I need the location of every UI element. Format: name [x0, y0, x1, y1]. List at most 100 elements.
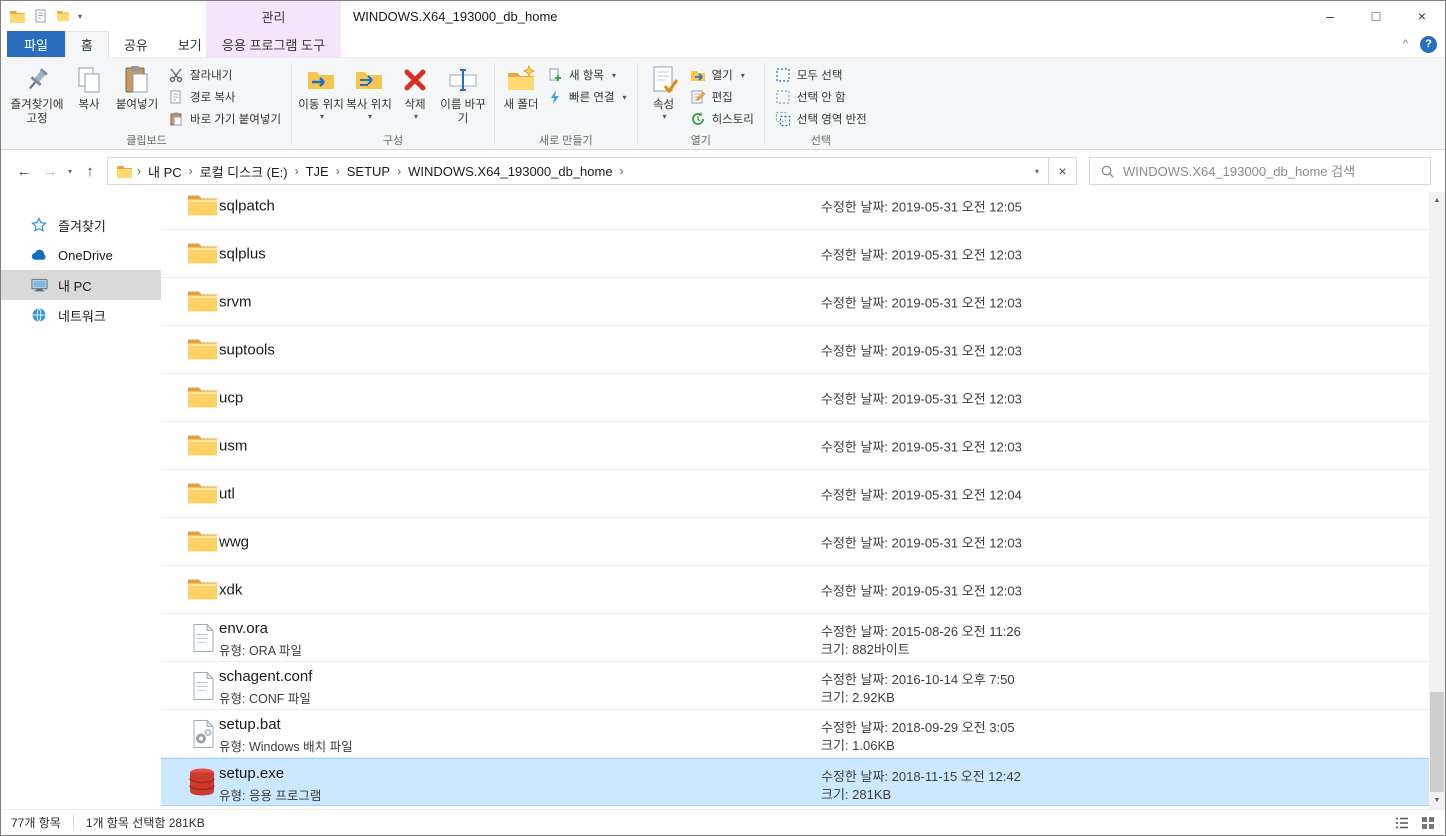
cut-button[interactable]: 잘라내기 [163, 64, 286, 86]
breadcrumb-item-current-folder[interactable]: WINDOWS.X64_193000_db_home [401, 164, 620, 179]
app-folder-icon [9, 9, 26, 24]
copy-label: 복사 [78, 99, 100, 111]
file-row-ucp[interactable]: ucp 수정한 날짜: 2019-05-31 오전 12:03 [161, 374, 1429, 422]
scroll-up-arrow-icon[interactable]: ▲ [1429, 192, 1445, 209]
open-group-label: 열기 [690, 135, 711, 147]
select-none-button[interactable]: 선택 안 함 [770, 86, 872, 108]
invert-selection-button[interactable]: 선택 영역 반전 [770, 108, 872, 130]
search-icon [1100, 164, 1115, 179]
file-row-suptools[interactable]: suptools 수정한 날짜: 2019-05-31 오전 12:03 [161, 326, 1429, 374]
file-size: 크기: 2.92KB [821, 690, 895, 705]
tab-home[interactable]: 홈 [64, 31, 109, 58]
tab-share[interactable]: 공유 [109, 31, 163, 57]
forward-button[interactable]: → [37, 158, 63, 184]
location-folder-icon [116, 164, 133, 179]
scroll-down-arrow-icon[interactable]: ▼ [1429, 792, 1445, 809]
tab-file[interactable]: 파일 [7, 31, 65, 57]
folder-icon [186, 333, 219, 366]
sidebar-item-onedrive[interactable]: OneDrive [1, 240, 161, 270]
minimize-button[interactable]: – [1307, 1, 1353, 31]
file-row-usm[interactable]: usm 수정한 날짜: 2019-05-31 오전 12:03 [161, 422, 1429, 470]
breadcrumb-item-this-pc[interactable]: 내 PC [141, 162, 189, 181]
file-row-xdk[interactable]: xdk 수정한 날짜: 2019-05-31 오전 12:03 [161, 566, 1429, 614]
new-item-label: 새 항목 [569, 70, 604, 82]
file-name: sqlpatch [219, 197, 275, 214]
status-divider [72, 815, 74, 830]
sidebar-item-network[interactable]: 네트워크 [1, 300, 161, 330]
view-toggle-buttons [1389, 810, 1445, 836]
ribbon-tab-bar: 파일 홈 공유 보기 응용 프로그램 도구 ^ ? [1, 31, 1445, 58]
up-button[interactable]: ↑ [77, 158, 103, 184]
file-modified-date: 수정한 날짜: 2016-10-14 오후 7:50 [821, 672, 1015, 687]
search-input[interactable] [1123, 163, 1430, 179]
close-button[interactable]: × [1399, 1, 1445, 31]
move-to-button[interactable]: 이동 위치 ▾ [297, 59, 345, 122]
rename-button[interactable]: 이름 바꾸기 [437, 59, 489, 127]
new-folder-button[interactable]: 새 폴더 [500, 59, 542, 112]
new-folder-label: 새 폴더 [503, 99, 539, 111]
paste-shortcut-button[interactable]: 바로 가기 붙여넣기 [163, 108, 286, 130]
address-history-arrow-icon[interactable]: ▾ [1026, 167, 1048, 176]
edit-icon [690, 89, 706, 105]
sidebar-item-quick-access[interactable]: 즐겨찾기 [1, 210, 161, 240]
recent-locations-arrow-icon[interactable]: ▾ [63, 158, 77, 184]
breadcrumb-item-setup[interactable]: SETUP [340, 164, 397, 179]
quick-access-toolbar: ▾ [9, 1, 82, 31]
open-button[interactable]: 열기 ▾ [685, 64, 759, 86]
copy-to-button[interactable]: 복사 위치 ▾ [345, 59, 393, 122]
search-box[interactable] [1089, 157, 1431, 185]
file-name: setup.exe [219, 765, 285, 782]
file-row-setup-bat[interactable]: setup.bat 유형: Windows 배치 파일 수정한 날짜: 2018… [161, 710, 1429, 758]
edit-button[interactable]: 편집 [685, 86, 759, 108]
file-modified-date: 수정한 날짜: 2019-05-31 오전 12:05 [821, 199, 1022, 214]
file-row-env-ora[interactable]: env.ora 유형: ORA 파일 수정한 날짜: 2015-08-26 오전… [161, 614, 1429, 662]
status-bar: 77개 항목 1개 항목 선택함 281KB [1, 809, 1445, 835]
qat-properties-icon[interactable] [34, 9, 48, 23]
sidebar-item-this-pc[interactable]: 내 PC [1, 270, 161, 300]
vertical-scrollbar[interactable]: ▲ ▼ [1429, 192, 1445, 809]
rename-label: 이름 바꾸기 [440, 99, 486, 126]
select-all-icon [775, 67, 791, 83]
easy-access-button[interactable]: 빠른 연결 ▾ [542, 86, 632, 108]
history-icon [690, 111, 706, 127]
sidebar-item-label: 네트워크 [58, 308, 106, 324]
copy-path-button[interactable]: 경로 복사 [163, 86, 286, 108]
file-row-wwg[interactable]: wwg 수정한 날짜: 2019-05-31 오전 12:03 [161, 518, 1429, 566]
file-row-sqlplus[interactable]: sqlplus 수정한 날짜: 2019-05-31 오전 12:03 [161, 230, 1429, 278]
file-row-srvm[interactable]: srvm 수정한 날짜: 2019-05-31 오전 12:03 [161, 278, 1429, 326]
paste-button[interactable]: 붙여넣기 [111, 59, 163, 112]
clipboard-group-label: 클립보드 [126, 135, 167, 147]
folder-icon [186, 429, 219, 462]
file-row-utl[interactable]: utl 수정한 날짜: 2019-05-31 오전 12:04 [161, 470, 1429, 518]
new-item-button[interactable]: 새 항목 ▾ [542, 64, 632, 86]
pin-to-quick-access-button[interactable]: 즐겨찾기에 고정 [7, 59, 67, 127]
back-button[interactable]: ← [11, 158, 37, 184]
scrollbar-thumb[interactable] [1430, 692, 1444, 792]
file-row-setup-exe[interactable]: setup.exe 유형: 응용 프로그램 수정한 날짜: 2018-11-15… [161, 758, 1429, 806]
copy-button[interactable]: 복사 [67, 59, 111, 112]
breadcrumb[interactable]: › 내 PC › 로컬 디스크 (E:) › TJE › SETUP › WIN… [107, 157, 1049, 185]
breadcrumb-item-tje[interactable]: TJE [299, 164, 336, 179]
file-row-sqlpatch[interactable]: sqlpatch 수정한 날짜: 2019-05-31 오전 12:05 [161, 192, 1429, 230]
file-name: usm [219, 437, 248, 454]
file-name: utl [219, 485, 235, 502]
maximize-button[interactable]: □ [1353, 1, 1399, 31]
tab-application-tools[interactable]: 응용 프로그램 도구 [206, 31, 341, 57]
qat-customize-arrow-icon[interactable]: ▾ [78, 12, 82, 21]
qat-new-folder-icon[interactable] [56, 9, 70, 23]
breadcrumb-item-drive[interactable]: 로컬 디스크 (E:) [193, 162, 295, 181]
delete-button[interactable]: 삭제 ▾ [393, 59, 437, 122]
file-row-schagent-conf[interactable]: schagent.conf 유형: CONF 파일 수정한 날짜: 2016-1… [161, 662, 1429, 710]
help-icon[interactable]: ? [1420, 35, 1437, 53]
tab-bar-right-controls: ^ ? [1403, 31, 1437, 57]
history-button[interactable]: 히스토리 [685, 108, 759, 130]
file-modified-date: 수정한 날짜: 2019-05-31 오전 12:03 [821, 391, 1022, 406]
large-icons-view-button[interactable] [1415, 810, 1441, 836]
window-title: WINDOWS.X64_193000_db_home [353, 8, 558, 24]
refresh-stop-button[interactable]: × [1049, 157, 1077, 185]
properties-button[interactable]: 속성 ▾ [643, 59, 685, 122]
collapse-ribbon-icon[interactable]: ^ [1403, 38, 1408, 50]
details-view-button[interactable] [1389, 810, 1415, 836]
folder-icon [186, 237, 219, 270]
select-all-button[interactable]: 모두 선택 [770, 64, 872, 86]
